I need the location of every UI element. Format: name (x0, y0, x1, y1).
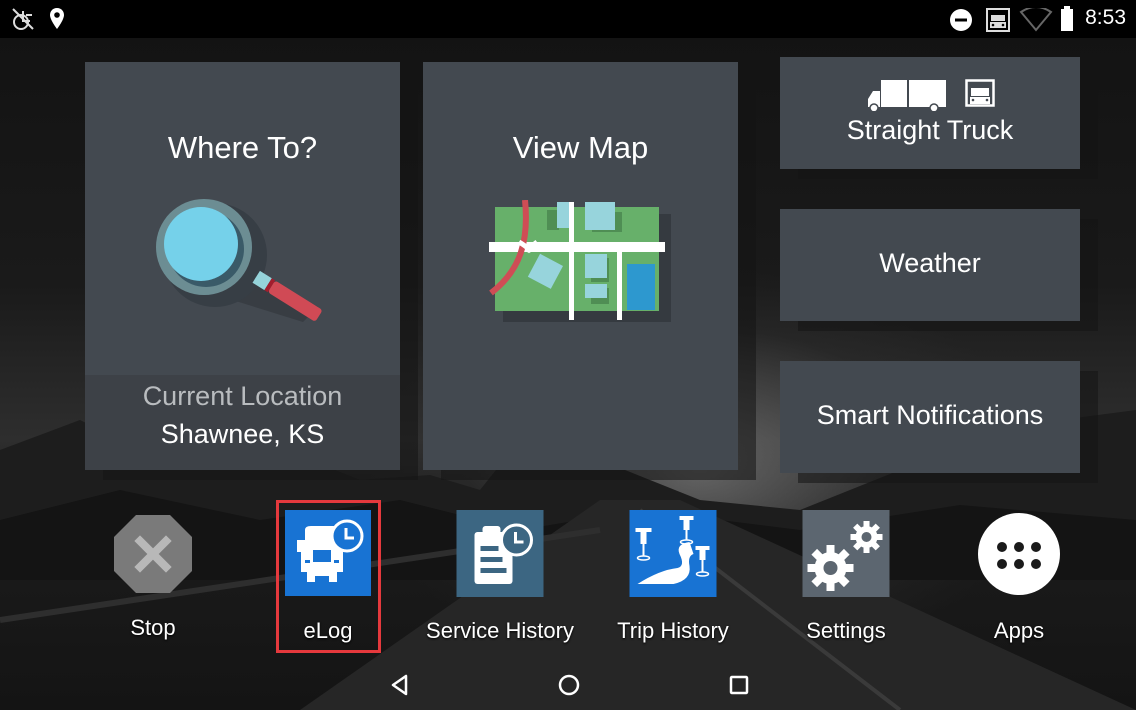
dock-trip-history-label: Trip History (617, 618, 729, 643)
truck-front-icon (965, 79, 995, 107)
dock-apps[interactable]: Apps (944, 505, 1094, 655)
location-pin-icon (50, 8, 64, 29)
elog-truck-clock-icon (285, 510, 371, 596)
dock-apps-label: Apps (993, 618, 1045, 643)
recents-icon[interactable] (729, 673, 749, 697)
clipboard-clock-icon (456, 510, 544, 597)
dock-settings[interactable]: Settings (771, 505, 921, 655)
dock-service-history-label: Service History (426, 618, 574, 643)
wheelchair-off-icon (12, 8, 34, 30)
map-icon (489, 200, 671, 322)
trip-pins-icon (629, 510, 717, 597)
dock-stop-label: Stop (130, 615, 176, 640)
dock-settings-label: Settings (806, 618, 886, 643)
current-location-caption: Current Location (142, 381, 343, 411)
dock-stop[interactable]: Stop (78, 505, 228, 655)
truck-mode-icon (986, 8, 1010, 32)
navigation-bar (0, 660, 1136, 710)
vehicle-profile-tile[interactable]: Straight Truck (780, 57, 1080, 169)
dock-elog-label: eLog (303, 618, 353, 643)
status-bar: 8:53 (0, 0, 1136, 38)
stop-octagon-icon (114, 515, 192, 593)
view-map-title: View Map (512, 130, 649, 165)
where-to-title: Where To? (167, 130, 318, 165)
apps-grid-icon (978, 513, 1060, 595)
status-time: 8:53 (1085, 6, 1126, 29)
vehicle-profile-label: Straight Truck (846, 115, 1014, 145)
back-icon[interactable] (390, 673, 410, 697)
weather-label: Weather (879, 248, 981, 278)
battery-icon (1061, 6, 1073, 31)
current-location-panel: Current Location Shawnee, KS (85, 375, 400, 470)
gears-icon (802, 510, 890, 597)
weather-tile[interactable]: Weather (780, 209, 1080, 321)
home-icon[interactable] (557, 673, 581, 697)
current-location-value: Shawnee, KS (160, 419, 325, 449)
do-not-disturb-icon (950, 9, 972, 31)
wifi-icon (1019, 8, 1053, 32)
smart-notifications-label: Smart Notifications (816, 400, 1044, 430)
dock-service-history[interactable]: Service History (425, 505, 575, 655)
view-map-tile[interactable]: View Map (423, 62, 738, 470)
magnifier-icon (156, 199, 322, 322)
where-to-tile[interactable]: Where To? Current Location Shawnee, KS (85, 62, 400, 470)
dock-trip-history[interactable]: Trip History (598, 505, 748, 655)
dock-elog[interactable]: eLog (253, 505, 403, 655)
straight-truck-side-icon (868, 80, 946, 111)
smart-notifications-tile[interactable]: Smart Notifications (780, 361, 1080, 473)
